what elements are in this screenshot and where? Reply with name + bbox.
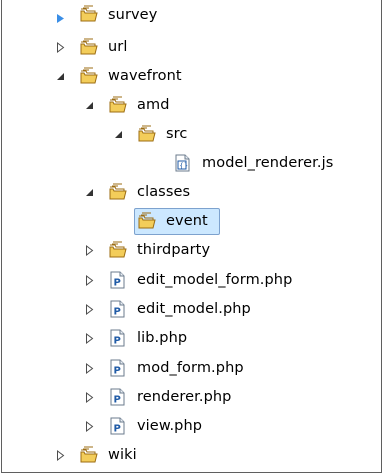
svg-text:P: P bbox=[114, 395, 121, 406]
collapse-arrow-icon[interactable] bbox=[84, 100, 95, 111]
expand-arrow-icon[interactable] bbox=[84, 392, 95, 403]
tree-item-label: amd bbox=[137, 97, 170, 113]
php-file-icon: P bbox=[108, 388, 128, 406]
tree-item-label: model_renderer.js bbox=[202, 155, 334, 171]
tree-item-label: view.php bbox=[137, 418, 203, 434]
tree-item-view-php[interactable]: P view.php bbox=[0, 412, 370, 441]
tree-item-label: src bbox=[166, 126, 188, 142]
tree-item-label: edit_model.php bbox=[137, 301, 251, 317]
collapse-arrow-icon[interactable] bbox=[113, 129, 124, 140]
tree-item-label: classes bbox=[137, 184, 191, 200]
expand-arrow-icon[interactable] bbox=[84, 421, 95, 432]
tree-item-renderer-php[interactable]: P renderer.php bbox=[0, 383, 370, 412]
tree-item-label: lib.php bbox=[137, 330, 188, 346]
php-file-icon: P bbox=[108, 271, 128, 289]
tree-item-mod-form-php[interactable]: P mod_form.php bbox=[0, 354, 370, 383]
folder-icon bbox=[108, 183, 128, 201]
tree-item-lib-php[interactable]: P lib.php bbox=[0, 324, 370, 353]
expand-arrow-icon[interactable] bbox=[84, 363, 95, 374]
expand-arrow-icon[interactable] bbox=[55, 13, 66, 24]
tree-item-edit-model-php[interactable]: P edit_model.php bbox=[0, 295, 370, 324]
tree-item-wavefront[interactable]: wavefront bbox=[0, 62, 370, 91]
folder-icon bbox=[79, 67, 99, 85]
php-file-icon: P bbox=[108, 417, 128, 435]
tree-item-wiki[interactable]: wiki bbox=[0, 441, 370, 470]
collapse-arrow-icon[interactable] bbox=[84, 187, 95, 198]
tree-item-label: edit_model_form.php bbox=[137, 272, 293, 288]
folder-icon bbox=[108, 96, 128, 114]
expand-arrow-icon[interactable] bbox=[84, 245, 95, 256]
tree-item-label: wavefront bbox=[108, 68, 182, 84]
tree-item-label: thirdparty bbox=[137, 242, 211, 258]
expand-arrow-icon[interactable] bbox=[84, 333, 95, 344]
folder-icon bbox=[137, 125, 157, 143]
tree-item-classes[interactable]: classes bbox=[0, 178, 370, 207]
tree-item-label: renderer.php bbox=[137, 389, 232, 405]
tree-item-thirdparty[interactable]: thirdparty bbox=[0, 236, 370, 265]
tree-item-label: mod_form.php bbox=[137, 360, 244, 376]
tree-item-survey[interactable]: survey bbox=[0, 3, 370, 32]
svg-text:P: P bbox=[114, 336, 121, 347]
tree-item-event[interactable]: event bbox=[0, 207, 370, 236]
folder-icon bbox=[79, 38, 99, 56]
tree-item-amd[interactable]: amd bbox=[0, 91, 370, 120]
php-file-icon: P bbox=[108, 329, 128, 347]
tree-item-src[interactable]: src bbox=[0, 120, 370, 149]
tree-item-edit-model-form-php[interactable]: P edit_model_form.php bbox=[0, 266, 370, 295]
tree-item-label: event bbox=[166, 213, 208, 229]
collapse-arrow-icon[interactable] bbox=[55, 71, 66, 82]
tree-item-url[interactable]: url bbox=[0, 33, 370, 62]
tree-item-label: survey bbox=[108, 7, 158, 23]
tree-item-label: url bbox=[108, 39, 128, 55]
folder-icon bbox=[79, 5, 99, 23]
svg-text:{}: {} bbox=[179, 162, 188, 170]
tree-item-label: wiki bbox=[108, 447, 137, 463]
svg-text:P: P bbox=[114, 307, 121, 318]
folder-icon bbox=[137, 212, 157, 230]
php-file-icon: P bbox=[108, 300, 128, 318]
folder-icon bbox=[108, 241, 128, 259]
expand-arrow-icon[interactable] bbox=[55, 450, 66, 461]
expand-arrow-icon[interactable] bbox=[84, 304, 95, 315]
folder-icon bbox=[79, 446, 99, 464]
tree-item-model-renderer-js[interactable]: {} model_renderer.js bbox=[0, 149, 370, 178]
svg-text:P: P bbox=[114, 278, 121, 289]
expand-arrow-icon[interactable] bbox=[55, 42, 66, 53]
php-file-icon: P bbox=[108, 359, 128, 377]
js-file-icon: {} bbox=[173, 154, 193, 172]
svg-text:P: P bbox=[114, 424, 121, 435]
expand-arrow-icon[interactable] bbox=[84, 275, 95, 286]
svg-text:P: P bbox=[114, 366, 121, 377]
